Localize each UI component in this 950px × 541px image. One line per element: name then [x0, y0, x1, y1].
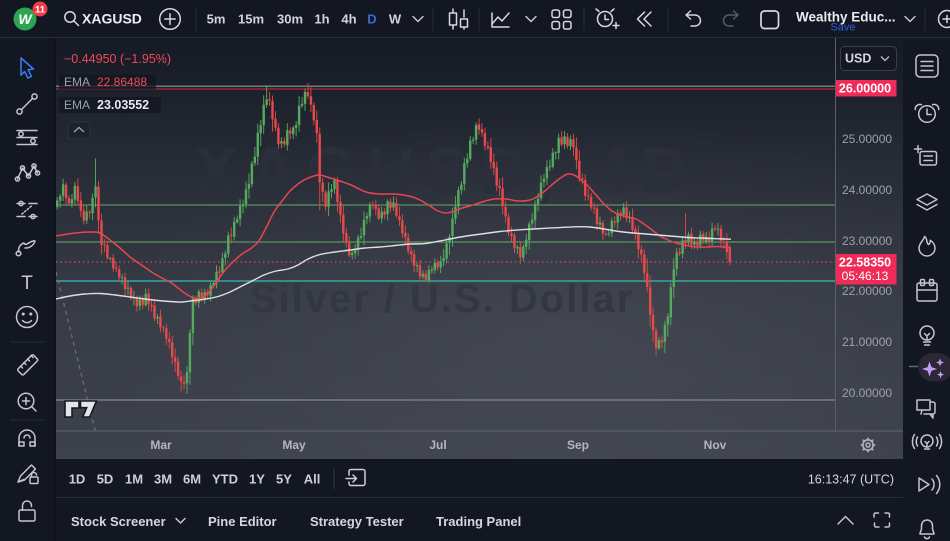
svg-text:Trading Panel: Trading Panel	[436, 514, 521, 529]
svg-text:1D: 1D	[69, 472, 86, 487]
svg-text:16:13:47 (UTC): 16:13:47 (UTC)	[808, 473, 894, 487]
svg-text:5D: 5D	[97, 472, 114, 487]
svg-text:23.03552: 23.03552	[97, 98, 149, 112]
svg-text:Strategy Tester: Strategy Tester	[310, 514, 404, 529]
svg-text:3M: 3M	[154, 472, 172, 487]
svg-text:May: May	[282, 438, 306, 452]
svg-text:T: T	[21, 273, 33, 294]
svg-text:4h: 4h	[341, 12, 356, 27]
svg-text:W: W	[18, 11, 33, 27]
svg-text:20.00000: 20.00000	[842, 386, 892, 400]
svg-text:22.58350: 22.58350	[839, 256, 891, 270]
svg-text:D: D	[367, 12, 376, 27]
svg-text:All: All	[304, 472, 321, 487]
svg-text:Save: Save	[830, 22, 855, 34]
svg-text:YTD: YTD	[212, 472, 238, 487]
svg-text:5Y: 5Y	[276, 472, 292, 487]
svg-text:1h: 1h	[314, 12, 329, 27]
svg-text:24.00000: 24.00000	[842, 183, 892, 197]
svg-text:Pine Editor: Pine Editor	[208, 514, 277, 529]
svg-text:6M: 6M	[183, 472, 201, 487]
svg-text:1Y: 1Y	[249, 472, 265, 487]
svg-text:EMA: EMA	[64, 98, 90, 112]
svg-text:21.00000: 21.00000	[842, 335, 892, 349]
svg-text:30m: 30m	[277, 12, 303, 27]
svg-text:11: 11	[35, 5, 46, 16]
svg-text:Nov: Nov	[704, 438, 727, 452]
svg-text:XAGUSD: XAGUSD	[82, 11, 142, 27]
svg-text:Stock Screener: Stock Screener	[71, 514, 166, 529]
svg-text:15m: 15m	[238, 12, 264, 27]
svg-text:−0.44950 (−1.95%): −0.44950 (−1.95%)	[64, 52, 171, 66]
svg-text:XAGUSD, 4D: XAGUSD, 4D	[194, 133, 697, 207]
svg-text:22.00000: 22.00000	[842, 284, 892, 298]
svg-text:EMA: EMA	[64, 75, 90, 89]
svg-text:25.00000: 25.00000	[842, 132, 892, 146]
svg-text:Silver / U.S. Dollar: Silver / U.S. Dollar	[250, 277, 635, 321]
svg-text:Sep: Sep	[567, 438, 589, 452]
svg-text:05:46:13: 05:46:13	[842, 269, 889, 283]
svg-text:23.00000: 23.00000	[842, 234, 892, 248]
svg-text:22.86488: 22.86488	[97, 75, 147, 89]
svg-text:Mar: Mar	[150, 438, 172, 452]
svg-text:Jul: Jul	[429, 438, 446, 452]
svg-text:26.00000: 26.00000	[839, 82, 891, 96]
svg-text:5m: 5m	[207, 12, 226, 27]
svg-text:W: W	[389, 12, 402, 27]
svg-text:USD: USD	[845, 52, 871, 66]
svg-text:1M: 1M	[125, 472, 143, 487]
